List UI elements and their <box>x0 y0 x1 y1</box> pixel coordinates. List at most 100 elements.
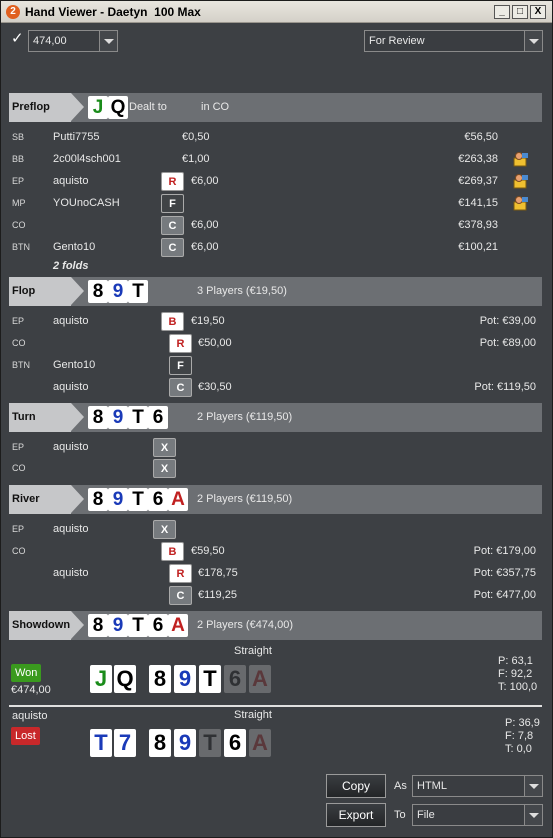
player-name[interactable]: aquisto <box>53 381 88 393</box>
action-amount: €50,00 <box>198 337 232 349</box>
street-name: River <box>12 493 40 505</box>
action-row: EP aquisto B €19,50 Pot: €39,00 <box>1 311 552 333</box>
player-name[interactable]: Gento10 <box>53 241 95 253</box>
street-name: Showdown <box>12 619 71 631</box>
street-players-info: 2 Players (€119,50) <box>197 411 293 423</box>
position-label: CO <box>12 463 26 473</box>
chevron-down-icon[interactable] <box>524 805 542 825</box>
board-card: A <box>168 614 188 637</box>
hole-card: T <box>90 729 112 757</box>
player-name[interactable]: aquisto <box>53 567 88 579</box>
street-header-preflop: Preflop J Q Dealt to in CO <box>9 93 542 122</box>
filter-value: For Review <box>369 35 425 47</box>
minimize-button[interactable]: _ <box>494 5 510 19</box>
board-card: A <box>168 488 188 511</box>
hero-hand-name: Straight <box>234 645 272 657</box>
board-card: 9 <box>174 729 196 757</box>
board-card: 8 <box>88 614 108 637</box>
chevron-down-icon[interactable] <box>524 31 542 51</box>
board-card: 9 <box>108 406 128 429</box>
action-row: EP aquisto X <box>1 519 552 541</box>
street-tab: Flop <box>9 277 84 306</box>
player-name[interactable]: aquisto <box>53 441 88 453</box>
player-stats-icon[interactable] <box>513 151 529 167</box>
board-card: 9 <box>108 280 128 303</box>
player-name[interactable]: aquisto <box>53 315 88 327</box>
format-value: HTML <box>417 780 447 792</box>
folds-label: 2 folds <box>53 260 89 272</box>
villain-stat-f: F: 7,8 <box>505 730 534 742</box>
player-name[interactable]: Gento10 <box>53 359 95 371</box>
fold-action: F <box>169 356 192 375</box>
player-name[interactable]: aquisto <box>53 175 88 187</box>
board-card: T <box>128 488 148 511</box>
board-card: 6 <box>148 614 168 637</box>
chevron-down-icon[interactable] <box>99 31 117 51</box>
player-stats-icon[interactable] <box>513 173 529 189</box>
position-label: EP <box>12 524 25 534</box>
destination-value: File <box>417 809 435 821</box>
export-button[interactable]: Export <box>326 803 386 827</box>
board-card: 8 <box>149 665 171 693</box>
board-card: T <box>128 280 148 303</box>
villain-hand-name: Straight <box>234 709 272 721</box>
street-tab: Preflop <box>9 93 84 122</box>
check-action: X <box>153 520 176 539</box>
close-button[interactable]: X <box>530 5 546 19</box>
action-amount: €59,50 <box>191 545 225 557</box>
street-name: Flop <box>12 285 36 297</box>
won-badge: Won <box>11 664 42 682</box>
action-amount: €6,00 <box>191 175 219 187</box>
position-label: SB <box>12 132 25 142</box>
checkmark-icon[interactable]: ✓ <box>11 31 25 46</box>
pot-size: Pot: €357,75 <box>473 567 536 579</box>
pot-size: Pot: €477,00 <box>473 589 536 601</box>
position-label: BTN <box>12 242 30 252</box>
action-row: BTN Gento10 F <box>1 355 552 377</box>
street-header-turn: Turn 8 9 T 6 2 Players (€119,50) <box>9 403 542 432</box>
position-label: EP <box>12 176 25 186</box>
board-card: 8 <box>149 729 171 757</box>
player-name[interactable]: aquisto <box>53 523 88 535</box>
action-row: CO X <box>1 458 552 480</box>
player-name[interactable]: Putti7755 <box>53 131 99 143</box>
position-label: EP <box>12 442 25 452</box>
player-stack: €263,38 <box>458 153 498 165</box>
chevron-down-icon[interactable] <box>524 776 542 796</box>
pot-size: Pot: €179,00 <box>473 545 536 557</box>
maximize-button[interactable]: □ <box>512 5 528 19</box>
destination-combo[interactable]: File <box>412 804 543 826</box>
format-combo[interactable]: HTML <box>412 775 543 797</box>
raise-action: R <box>169 334 192 353</box>
action-row: CO C €6,00 €378,93 <box>1 215 552 237</box>
call-action: C <box>161 216 184 235</box>
position-label: BB <box>12 154 25 164</box>
villain-stat-p: P: 36,9 <box>505 717 540 729</box>
hero-stat-f: F: 92,2 <box>498 668 533 680</box>
street-tab: Turn <box>9 403 84 432</box>
hero-stat-t: T: 100,0 <box>498 681 538 693</box>
dealt-to-label: Dealt to <box>129 101 167 113</box>
check-action: X <box>153 459 176 478</box>
raise-action: R <box>161 172 184 191</box>
board-card: A <box>249 665 271 693</box>
bet-action: B <box>161 542 184 561</box>
position-label: BTN <box>12 360 30 370</box>
player-stats-icon[interactable] <box>513 195 529 211</box>
title-bar[interactable]: 2 Hand Viewer - Daetyn 100 Max _ □ X <box>1 1 552 23</box>
action-row: C €119,25 Pot: €477,00 <box>1 585 552 607</box>
lost-badge: Lost <box>11 727 40 745</box>
to-label: To <box>394 809 406 821</box>
hand-viewer-window: 2 Hand Viewer - Daetyn 100 Max _ □ X ✓ 4… <box>0 0 553 838</box>
board-card: 8 <box>88 406 108 429</box>
raise-action: R <box>169 564 192 583</box>
copy-button[interactable]: Copy <box>326 774 386 798</box>
as-label: As <box>394 780 407 792</box>
player-name[interactable]: 2c00l4sch001 <box>53 153 121 165</box>
action-amount: €19,50 <box>191 315 225 327</box>
action-row: EP aquisto X <box>1 437 552 459</box>
board-card: 6 <box>148 406 168 429</box>
player-name[interactable]: YOUnoCASH <box>53 197 120 209</box>
stake-combo[interactable]: 474,00 <box>28 30 118 52</box>
filter-combo[interactable]: For Review <box>364 30 543 52</box>
